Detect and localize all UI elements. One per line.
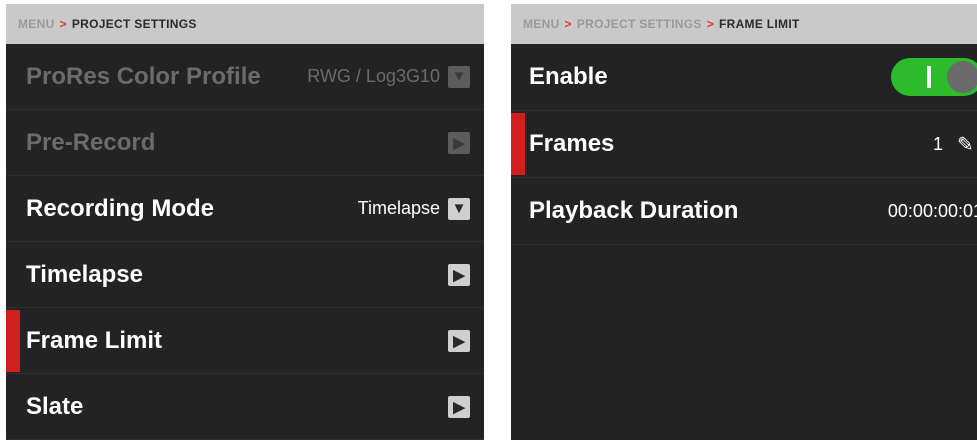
breadcrumb-separator: > bbox=[706, 17, 714, 31]
chevron-right-icon: ▶ bbox=[448, 131, 470, 154]
project-settings-panel: MENU > PROJECT SETTINGS ProRes Color Pro… bbox=[6, 4, 484, 440]
setting-label: Enable bbox=[529, 63, 608, 90]
breadcrumb-menu[interactable]: MENU bbox=[523, 17, 560, 31]
breadcrumb-menu[interactable]: MENU bbox=[18, 17, 55, 31]
frame-limit-panel: MENU > PROJECT SETTINGS > FRAME LIMIT En… bbox=[511, 4, 977, 440]
toggle-on-mark bbox=[927, 66, 931, 88]
menu-item-timelapse[interactable]: Timelapse ▶ bbox=[6, 242, 484, 308]
menu-item-frame-limit[interactable]: Frame Limit ▶ bbox=[6, 308, 484, 374]
menu-item-pre-record: Pre-Record ▶ bbox=[6, 110, 484, 176]
breadcrumb: MENU > PROJECT SETTINGS bbox=[6, 4, 484, 44]
menu-item-label: Slate bbox=[26, 392, 84, 420]
breadcrumb-project-settings[interactable]: PROJECT SETTINGS bbox=[577, 17, 702, 31]
breadcrumb-current: FRAME LIMIT bbox=[719, 17, 800, 31]
menu-item-value: RWG / Log3G10 bbox=[307, 66, 440, 86]
playback-duration-value: 00:00:00:01 bbox=[887, 200, 977, 221]
breadcrumb: MENU > PROJECT SETTINGS > FRAME LIMIT bbox=[511, 4, 977, 44]
menu-item-label: Frame Limit bbox=[26, 326, 163, 354]
breadcrumb-separator: > bbox=[564, 17, 572, 31]
menu-item-label: Recording Mode bbox=[26, 194, 215, 222]
breadcrumb-separator: > bbox=[59, 17, 67, 31]
recording-mode-value[interactable]: Timelapse bbox=[358, 198, 440, 219]
menu-item-recording-mode[interactable]: Recording Mode Timelapse ▼ bbox=[6, 176, 484, 242]
menu-item-label: ProRes Color Profile bbox=[26, 62, 261, 90]
chevron-right-icon[interactable]: ▶ bbox=[448, 263, 470, 286]
setting-enable: Enable bbox=[511, 44, 977, 111]
selection-indicator bbox=[511, 113, 525, 175]
breadcrumb-current: PROJECT SETTINGS bbox=[71, 17, 197, 31]
chevron-right-icon[interactable]: ▶ bbox=[448, 329, 470, 352]
setting-playback-duration: Playback Duration 00:00:00:01 bbox=[511, 178, 977, 245]
pencil-icon[interactable]: ✎ bbox=[957, 132, 977, 156]
menu-item-label: Timelapse bbox=[26, 260, 143, 288]
chevron-right-icon[interactable]: ▶ bbox=[448, 395, 470, 418]
setting-frames[interactable]: Frames 1 ✎ bbox=[511, 111, 977, 178]
toggle-knob bbox=[947, 61, 977, 93]
chevron-down-icon: ▼ bbox=[448, 65, 470, 88]
setting-label: Frames bbox=[529, 130, 615, 157]
menu-item-slate[interactable]: Slate ▶ bbox=[6, 374, 484, 440]
setting-label: Playback Duration bbox=[529, 197, 739, 224]
frames-value[interactable]: 1 bbox=[933, 134, 943, 155]
selection-indicator bbox=[6, 310, 20, 372]
menu-item-label: Pre-Record bbox=[26, 128, 156, 156]
enable-toggle[interactable] bbox=[891, 58, 977, 96]
menu-item-prores-color-profile: ProRes Color Profile RWG / Log3G10 ▼ bbox=[6, 44, 484, 110]
chevron-down-icon[interactable]: ▼ bbox=[448, 197, 470, 220]
